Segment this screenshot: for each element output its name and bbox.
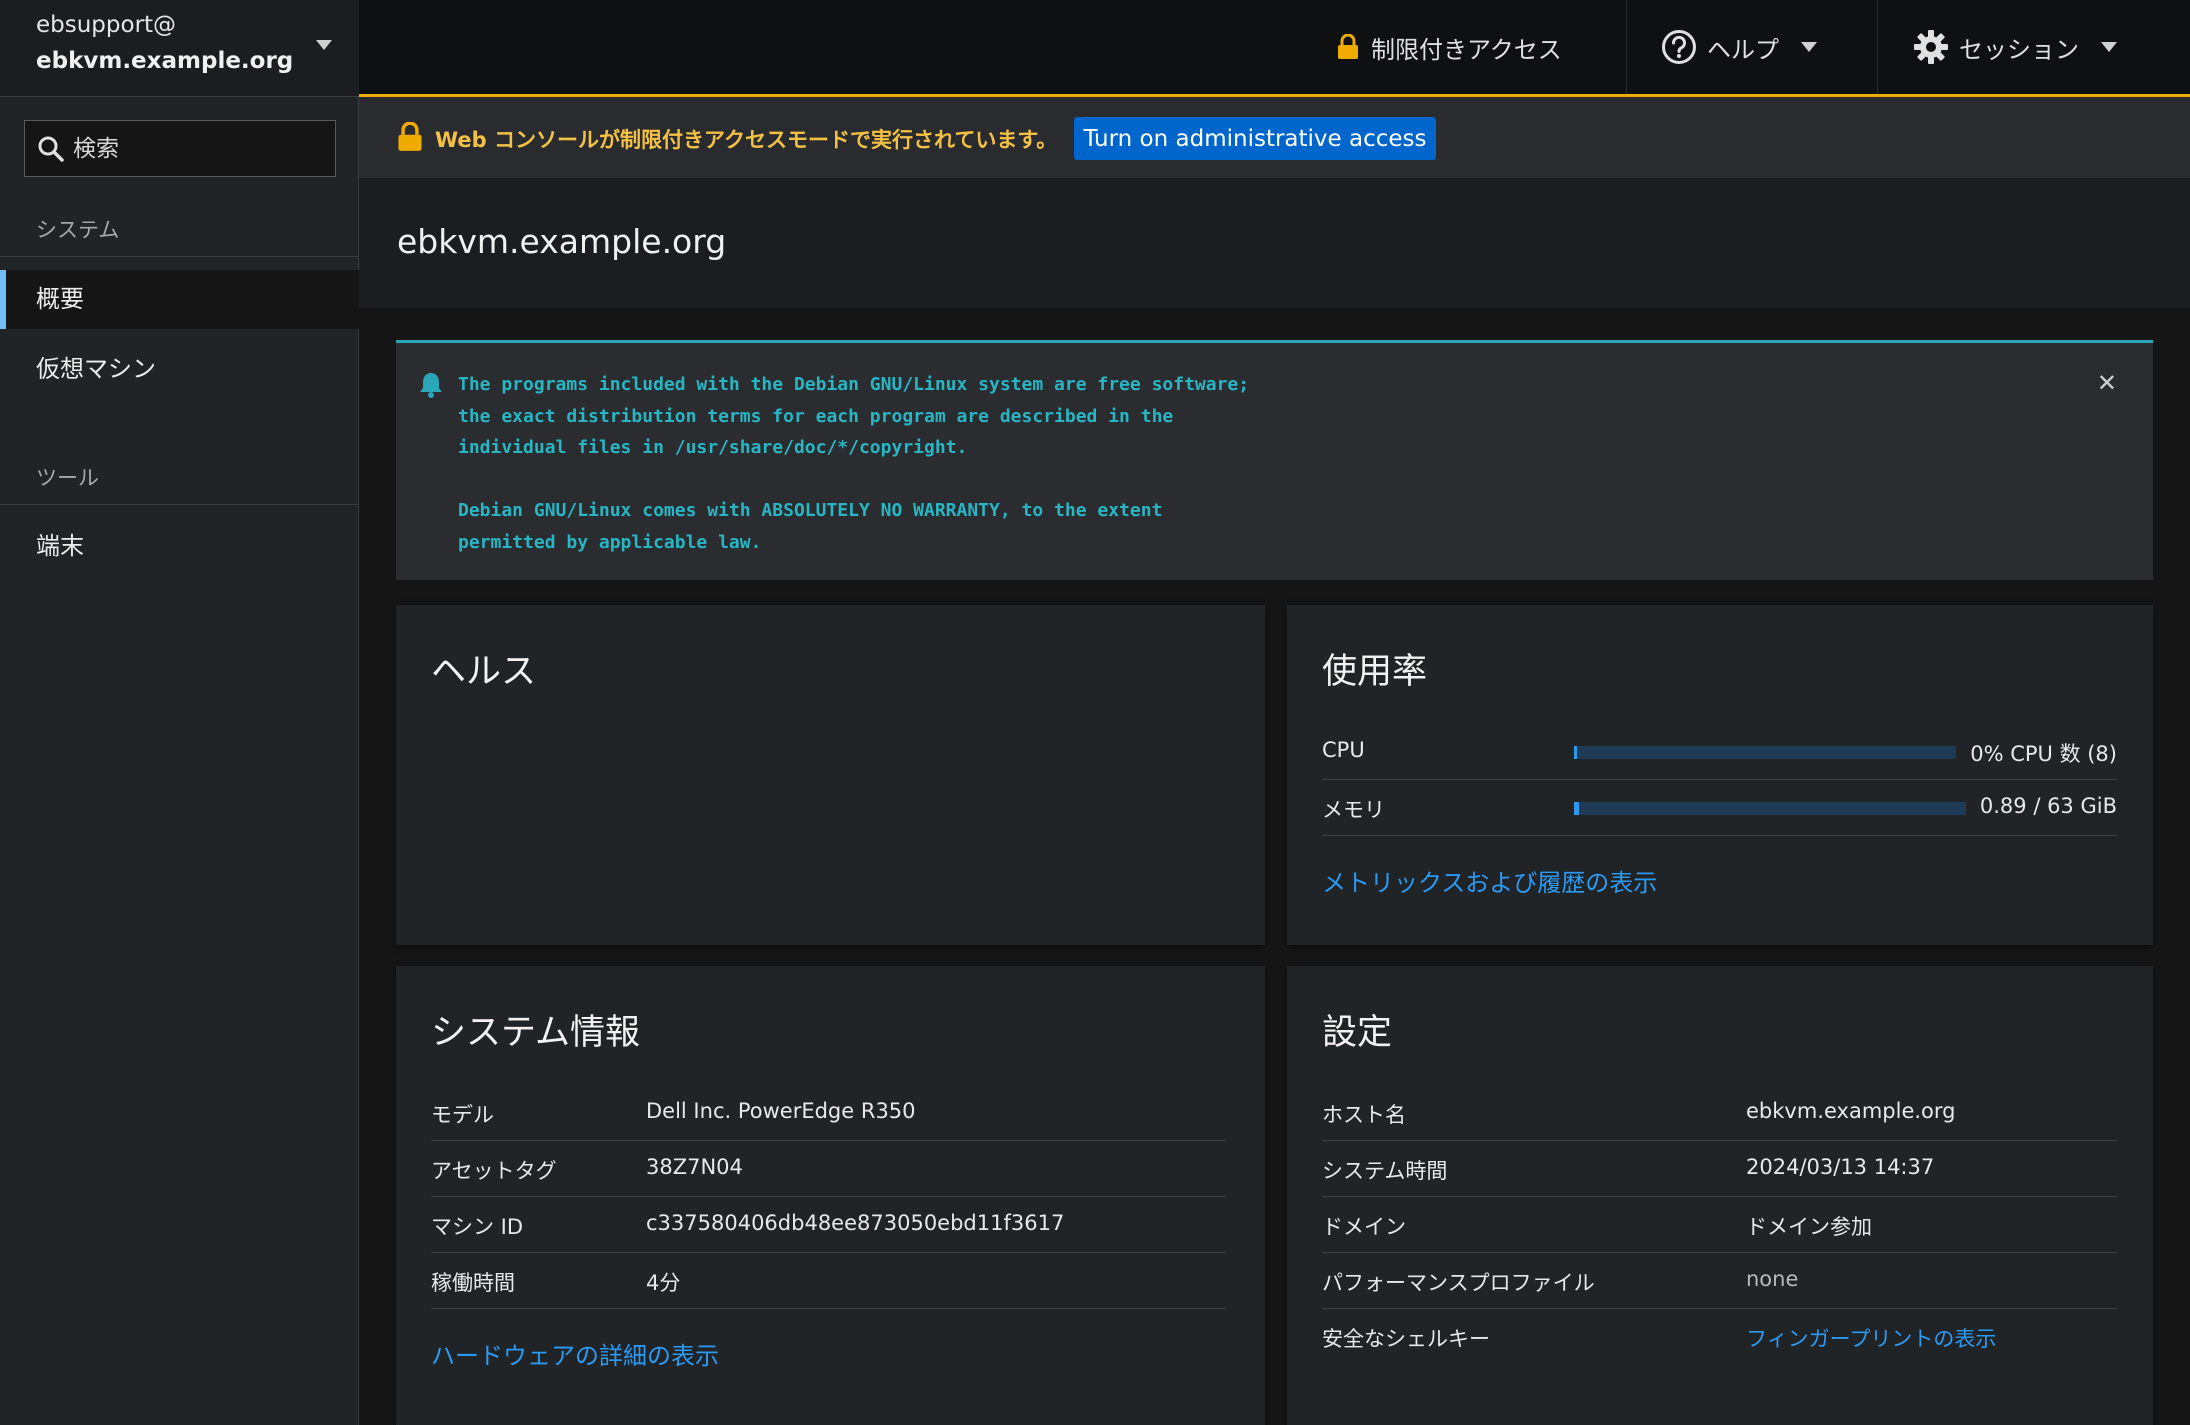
sidebar-item-terminal[interactable]: 端末 [0, 517, 359, 576]
main-content: ebkvm.example.org The programs included … [359, 178, 2190, 1425]
nav-section-system: システム [36, 218, 120, 242]
sidebar-item-overview[interactable]: 概要 [0, 270, 359, 329]
fingerprint-link[interactable]: フィンガープリントの表示 [1746, 1323, 1996, 1353]
page-title: ebkvm.example.org [397, 222, 727, 261]
gear-icon [1914, 30, 1948, 64]
config-label: パフォーマンスプロファイル [1322, 1271, 1595, 1295]
nav-divider [0, 256, 359, 257]
cpu-progress-fill [1574, 746, 1578, 759]
memory-value: 0.89 / 63 GiB [1979, 794, 2117, 818]
sysinfo-value: Dell Inc. PowerEdge R350 [646, 1099, 916, 1123]
configuration-card: 設定 ホスト名 ebkvm.example.org システム時間 2024/03… [1287, 966, 2153, 1425]
cpu-label: CPU [1322, 738, 1365, 762]
sysinfo-value: 38Z7N04 [646, 1155, 743, 1179]
config-row: ドメイン ドメイン参加 [1322, 1197, 2117, 1253]
limited-access-button[interactable]: 制限付きアクセス [1337, 0, 1562, 94]
metrics-history-link[interactable]: メトリックスおよび履歴の表示 [1322, 863, 1657, 898]
domain-value[interactable]: ドメイン参加 [1746, 1211, 1872, 1241]
sidebar: ebsupport@ ebkvm.example.org システム 概要 仮想マ… [0, 0, 359, 1425]
close-icon[interactable]: ✕ [2097, 369, 2117, 397]
host-name: ebkvm.example.org [36, 48, 294, 74]
limited-access-label: 制限付きアクセス [1371, 35, 1562, 64]
sysinfo-row: モデル Dell Inc. PowerEdge R350 [431, 1085, 1226, 1141]
sidebar-item-vms[interactable]: 仮想マシン [0, 340, 359, 399]
chevron-down-icon [2101, 42, 2117, 52]
hardware-details-link[interactable]: ハードウェアの詳細の表示 [431, 1336, 719, 1371]
config-label: システム時間 [1322, 1159, 1448, 1183]
nav-section-tools: ツール [36, 466, 99, 490]
cpu-progress-bar [1574, 746, 1956, 759]
memory-progress-bar [1574, 802, 1966, 815]
search-box[interactable] [24, 120, 336, 177]
motd-text: The programs included with the Debian GN… [458, 374, 1250, 553]
motd-alert: The programs included with the Debian GN… [396, 340, 2153, 580]
nav-divider [0, 504, 359, 505]
alert-text: Web コンソールが制限付きアクセスモードで実行されています。 [435, 128, 1058, 152]
sysinfo-label: 稼働時間 [431, 1271, 515, 1295]
sysinfo-row: アセットタグ 38Z7N04 [431, 1141, 1226, 1197]
help-icon [1662, 30, 1696, 64]
host-user: ebsupport@ [36, 12, 177, 38]
top-bar: 制限付きアクセス ヘルプ セッション [359, 0, 2190, 97]
search-input[interactable] [73, 129, 323, 169]
config-label: ホスト名 [1322, 1103, 1406, 1127]
toolbar-divider [1626, 0, 1627, 94]
usage-row-cpu: CPU 0% CPU 数 (8) [1322, 724, 2117, 780]
configuration-title: 設定 [1322, 1013, 1393, 1053]
sysinfo-value: 4分 [646, 1271, 681, 1295]
usage-row-memory: メモリ 0.89 / 63 GiB [1322, 780, 2117, 836]
config-row: パフォーマンスプロファイル none [1322, 1253, 2117, 1309]
sysinfo-row: マシン ID c337580406db48ee873050ebd11f3617 [431, 1197, 1226, 1253]
health-title: ヘルス [431, 652, 537, 692]
usage-card: 使用率 CPU 0% CPU 数 (8) メモリ 0.89 / 63 GiB メ… [1287, 605, 2153, 945]
sysinfo-label: アセットタグ [431, 1159, 557, 1183]
search-icon [38, 136, 64, 162]
chevron-down-icon[interactable] [316, 40, 332, 50]
memory-label: メモリ [1322, 798, 1385, 822]
host-switcher[interactable]: ebsupport@ ebkvm.example.org [0, 0, 359, 97]
sysinfo-value: c337580406db48ee873050ebd11f3617 [646, 1211, 1065, 1235]
cpu-value: 0% CPU 数 (8) [1970, 742, 2117, 766]
help-label: ヘルプ [1707, 35, 1779, 64]
system-info-card: システム情報 モデル Dell Inc. PowerEdge R350 アセット… [396, 966, 1265, 1425]
toolbar-divider [1877, 0, 1878, 94]
sysinfo-label: モデル [431, 1103, 494, 1127]
session-label: セッション [1959, 35, 2079, 64]
health-card: ヘルス [396, 605, 1265, 945]
system-info-title: システム情報 [431, 1013, 640, 1053]
sysinfo-row: 稼働時間 4分 [431, 1253, 1226, 1309]
sysinfo-label: マシン ID [431, 1215, 524, 1239]
usage-title: 使用率 [1322, 652, 1428, 692]
config-row: 安全なシェルキー フィンガープリントの表示 [1322, 1309, 2117, 1365]
config-label: ドメイン [1322, 1215, 1406, 1239]
help-menu[interactable]: ヘルプ [1661, 0, 1817, 94]
performance-profile-value[interactable]: none [1746, 1267, 1798, 1291]
chevron-down-icon [1801, 42, 1817, 52]
turn-on-admin-button[interactable]: Turn on administrative access [1074, 117, 1436, 160]
hostname-value[interactable]: ebkvm.example.org [1746, 1099, 1955, 1123]
config-label: 安全なシェルキー [1322, 1327, 1490, 1351]
session-menu[interactable]: セッション [1913, 0, 2117, 94]
bell-icon [420, 373, 442, 398]
config-row: システム時間 2024/03/13 14:37 [1322, 1141, 2117, 1197]
memory-progress-fill [1574, 802, 1580, 815]
lock-icon [398, 122, 422, 151]
limited-access-alert: Web コンソールが制限付きアクセスモードで実行されています。 Turn on … [359, 97, 2190, 178]
config-row: ホスト名 ebkvm.example.org [1322, 1085, 2117, 1141]
lock-icon [1338, 34, 1358, 59]
page-header: ebkvm.example.org [359, 178, 2190, 308]
system-time-value[interactable]: 2024/03/13 14:37 [1746, 1155, 1934, 1179]
